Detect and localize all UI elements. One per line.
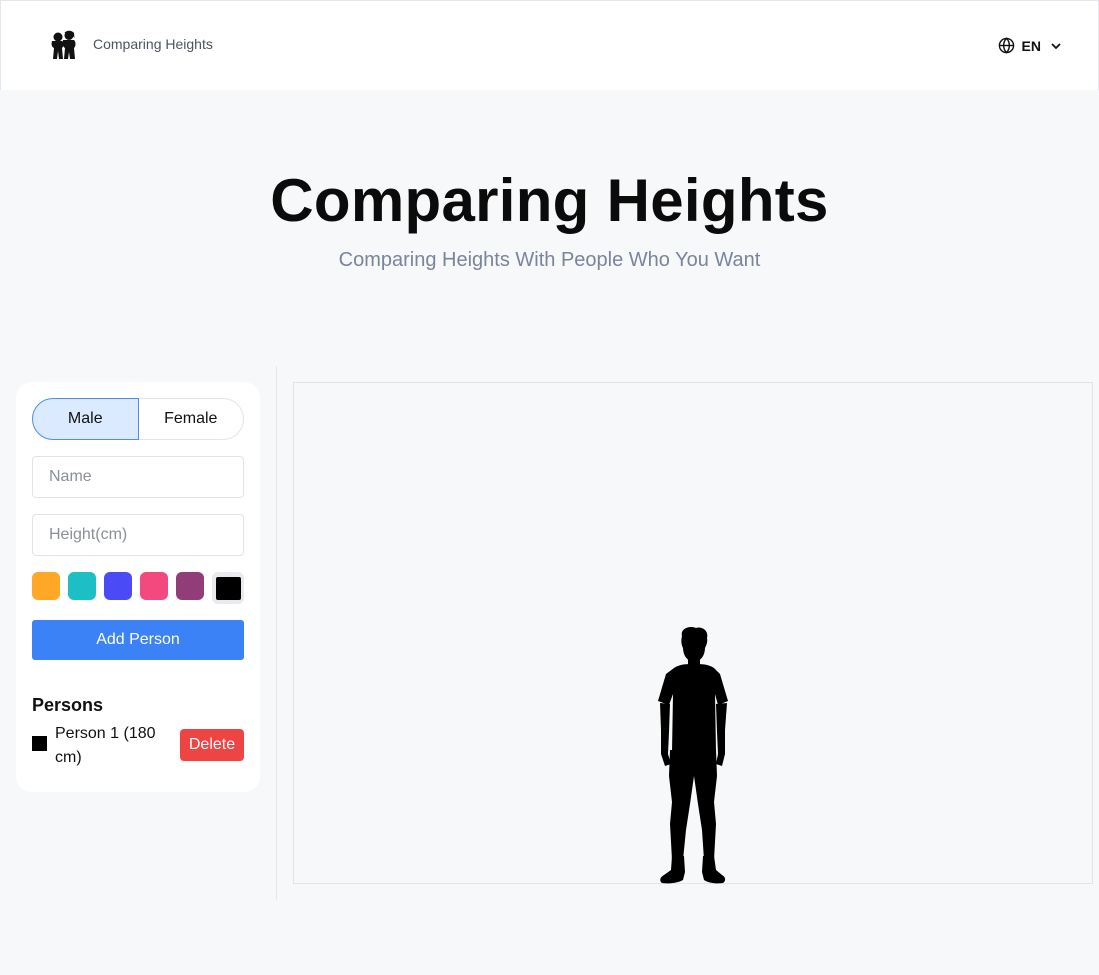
color-swatch-orange[interactable] [32,572,60,600]
top-navbar: Comparing Heights EN [0,0,1099,90]
brand-name: Comparing Heights [93,36,213,52]
add-person-button[interactable]: Add Person [32,620,244,660]
language-code: EN [1021,37,1041,54]
person-color-indicator [32,736,47,751]
male-silhouette-person-1 [658,626,728,884]
color-swatch-black[interactable] [212,572,244,604]
color-swatch-blue[interactable] [104,572,132,600]
language-selector[interactable]: EN [998,37,1062,54]
gender-male-button[interactable]: Male [32,398,139,440]
gender-female-button[interactable]: Female [138,398,244,440]
person-label: Person 1 (180 cm) [55,725,156,766]
name-input[interactable] [32,456,244,498]
page-title: Comparing Heights [270,167,829,234]
color-swatch-teal[interactable] [68,572,96,600]
height-comparison-canvas [293,382,1093,884]
selected-color-fill [216,577,241,600]
color-picker [32,572,244,604]
color-swatch-pink[interactable] [140,572,168,600]
height-input[interactable] [32,514,244,556]
persons-heading: Persons [32,695,104,715]
brand[interactable]: Comparing Heights [49,29,213,59]
globe-icon [998,37,1014,54]
panel-divider [276,366,277,900]
gender-toggle: Male Female [32,398,244,440]
color-swatch-purple[interactable] [176,572,204,600]
delete-person-button[interactable]: Delete [180,729,244,761]
couple-silhouette-icon [51,30,76,59]
chevron-down-icon [1051,42,1061,49]
add-person-panel: Male Female Add Person Persons Person 1 … [16,382,260,792]
page-subtitle: Comparing Heights With People Who You Wa… [338,249,761,271]
person-list-item: Person 1 (180 cm) Delete [32,720,244,770]
